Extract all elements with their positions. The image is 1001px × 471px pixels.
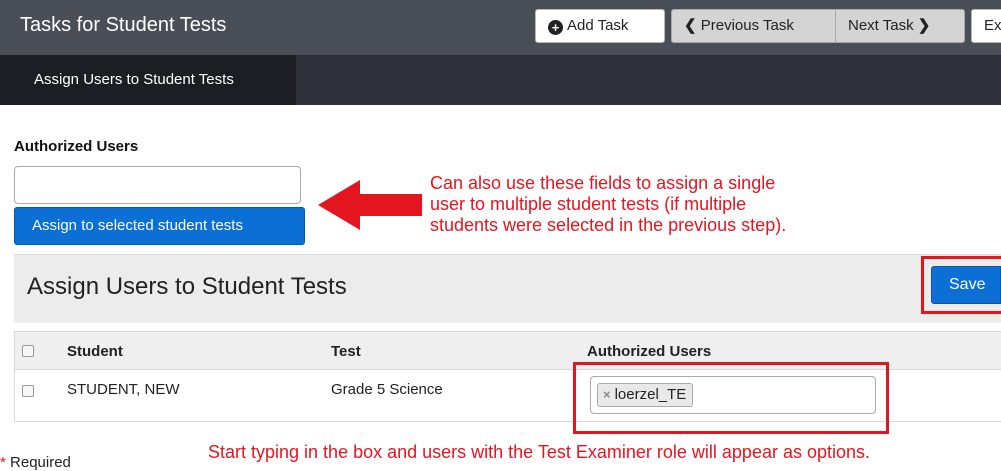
column-header-test: Test — [331, 343, 361, 360]
tab-assign-users[interactable]: Assign Users to Student Tests — [0, 55, 296, 105]
users-highlight-box — [573, 362, 889, 434]
required-label: Required — [10, 454, 71, 471]
exit-label: Exit — [984, 17, 1001, 34]
test-cell: Grade 5 Science — [331, 381, 443, 398]
page-title: Tasks for Student Tests — [20, 14, 227, 36]
annotation-note-line: students were selected in the previous s… — [430, 215, 787, 235]
authorized-users-label: Authorized Users — [14, 138, 139, 155]
authorized-users-input[interactable] — [14, 166, 301, 204]
bottom-annotation: Start typing in the box and users with t… — [208, 442, 871, 462]
previous-task-label: Previous Task — [700, 17, 794, 34]
add-task-button[interactable]: + Add Task — [535, 9, 665, 43]
previous-task-button[interactable]: ❮ Previous Task — [671, 9, 835, 43]
student-cell: STUDENT, NEW — [67, 381, 180, 398]
annotation-note: Can also use these fields to assign a si… — [430, 173, 870, 236]
plus-circle-icon: + — [548, 20, 563, 35]
required-marker: * — [0, 454, 6, 471]
save-button[interactable]: Save — [931, 266, 1001, 304]
select-all-checkbox[interactable] — [22, 345, 34, 357]
annotation-arrow-icon — [318, 180, 422, 230]
next-task-button[interactable]: Next Task ❯ — [835, 9, 965, 43]
annotation-note-line: Can also use these fields to assign a si… — [430, 173, 776, 193]
next-task-label: Next Task — [848, 17, 914, 34]
assign-selected-button[interactable]: Assign to selected student tests — [14, 207, 305, 245]
exit-button[interactable]: Exit — [971, 9, 1001, 43]
chevron-left-icon: ❮ — [684, 17, 697, 34]
required-note: * Required — [0, 454, 71, 471]
add-task-label: Add Task — [567, 17, 629, 34]
panel-title: Assign Users to Student Tests — [27, 273, 347, 300]
annotation-note-line: user to multiple student tests (if multi… — [430, 194, 747, 214]
row-checkbox[interactable] — [22, 385, 34, 397]
chevron-right-icon: ❯ — [917, 17, 931, 34]
column-header-student: Student — [67, 343, 123, 360]
column-header-authorized-users: Authorized Users — [587, 343, 712, 360]
